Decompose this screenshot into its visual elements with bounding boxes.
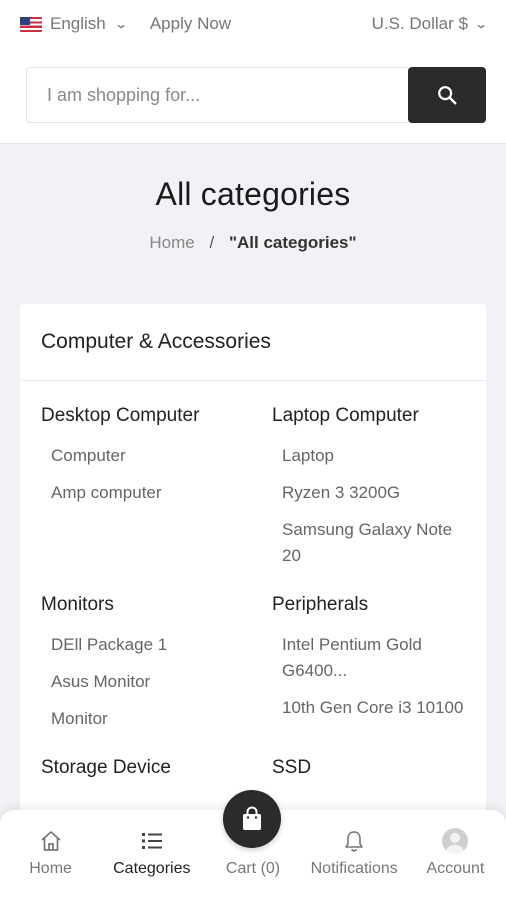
nav-notifications-label: Notifications <box>310 860 398 877</box>
language-selector[interactable]: English ⌄ <box>20 14 128 34</box>
subcategory-group: SSD <box>272 757 472 795</box>
subcategory-title[interactable]: Monitors <box>41 594 272 616</box>
home-icon <box>41 831 61 851</box>
language-label: English <box>50 14 106 33</box>
chevron-down-icon: ⌄ <box>473 17 489 31</box>
subcategory-title[interactable]: Storage Device <box>41 757 272 779</box>
subcategory-group: Peripherals Intel Pentium Gold G6400... … <box>272 594 472 743</box>
search-bar <box>26 67 486 123</box>
nav-categories-label: Categories <box>113 860 191 877</box>
subcategory-title[interactable]: Desktop Computer <box>41 405 272 427</box>
subcategory-item[interactable]: 10th Gen Core i3 10100 <box>282 695 472 721</box>
subcategory-item[interactable]: Asus Monitor <box>51 669 272 695</box>
page-header: All categories Home / "All categories" <box>0 144 506 304</box>
subcategory-title[interactable]: Peripherals <box>272 594 472 616</box>
subcategory-grid: Desktop Computer Computer Amp computer L… <box>20 381 486 795</box>
cart-button[interactable] <box>223 790 281 848</box>
subcategory-item[interactable]: Samsung Galaxy Note 20 <box>282 517 472 569</box>
breadcrumb-home[interactable]: Home <box>149 233 194 252</box>
nav-account[interactable]: Account <box>405 826 506 900</box>
subcategory-group: Desktop Computer Computer Amp computer <box>41 405 272 580</box>
breadcrumb-separator: / <box>209 233 215 252</box>
search-button[interactable] <box>408 67 486 123</box>
nav-home[interactable]: Home <box>0 826 101 900</box>
subcategory-item[interactable]: Monitor <box>51 706 272 732</box>
user-avatar-icon <box>442 828 469 854</box>
top-bar: English ⌄ Apply Now U.S. Dollar $ ⌄ <box>0 0 506 48</box>
search-input[interactable] <box>26 67 408 123</box>
list-icon <box>141 833 162 849</box>
search-icon <box>438 86 457 105</box>
subcategory-item[interactable]: Laptop <box>282 443 472 469</box>
apply-now-link[interactable]: Apply Now <box>150 14 231 34</box>
category-title[interactable]: Computer & Accessories <box>20 304 486 381</box>
chevron-down-icon: ⌄ <box>113 17 128 31</box>
subcategory-item[interactable]: DEll Package 1 <box>51 632 272 658</box>
breadcrumb: Home / "All categories" <box>0 233 506 253</box>
bell-icon <box>345 831 364 852</box>
nav-categories[interactable]: Categories <box>101 826 202 900</box>
subcategory-title[interactable]: Laptop Computer <box>272 405 472 427</box>
nav-notifications[interactable]: Notifications <box>304 826 405 900</box>
subcategory-item[interactable]: Amp computer <box>51 480 272 506</box>
subcategory-item[interactable]: Intel Pentium Gold G6400... <box>282 632 472 684</box>
subcategory-item[interactable]: Ryzen 3 3200G <box>282 480 472 506</box>
currency-label: U.S. Dollar $ <box>371 14 468 33</box>
shopping-bag-icon <box>243 806 261 830</box>
search-area <box>0 48 506 144</box>
breadcrumb-current: "All categories" <box>228 233 357 252</box>
currency-selector[interactable]: U.S. Dollar $ ⌄ <box>371 14 489 34</box>
page-title: All categories <box>155 176 351 212</box>
subcategory-group: Storage Device <box>41 757 272 795</box>
us-flag-icon <box>20 16 42 32</box>
subcategory-title[interactable]: SSD <box>272 757 472 779</box>
subcategory-item[interactable]: Computer <box>51 443 272 469</box>
subcategory-group: Laptop Computer Laptop Ryzen 3 3200G Sam… <box>272 405 472 580</box>
subcategory-group: Monitors DEll Package 1 Asus Monitor Mon… <box>41 594 272 743</box>
bottom-nav: Home Categories Cart (0) Notifications A… <box>0 790 506 900</box>
nav-account-label: Account <box>426 860 485 877</box>
nav-cart-label: Cart (0) <box>225 860 281 877</box>
nav-home-label: Home <box>29 860 72 877</box>
